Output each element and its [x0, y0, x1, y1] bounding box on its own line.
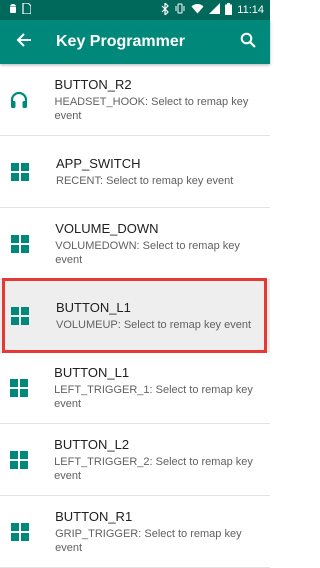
arrow-left-icon — [16, 32, 32, 53]
grid-icon — [10, 162, 30, 182]
grid-icon — [10, 306, 30, 326]
headset-icon — [10, 90, 29, 110]
list-item-selected[interactable]: BUTTON_L1 VOLUMEUP: Select to remap key … — [0, 278, 270, 353]
list-item[interactable]: BUTTON_R2 HEADSET_HOOK: Select to remap … — [0, 64, 270, 136]
search-button[interactable] — [236, 30, 260, 54]
item-text: VOLUME_DOWN VOLUMEDOWN: Select to remap … — [55, 221, 262, 267]
status-bar: 11:14 — [0, 0, 270, 20]
item-title: BUTTON_L2 — [54, 436, 130, 452]
android-icon — [8, 3, 18, 17]
item-title: BUTTON_L1 — [54, 364, 130, 380]
grid-icon — [10, 378, 29, 398]
item-text: BUTTON_L1 LEFT_TRIGGER_1: Select to rema… — [54, 365, 262, 411]
bluetooth-icon — [161, 1, 170, 18]
list-item[interactable]: VOLUME_DOWN VOLUMEDOWN: Select to remap … — [0, 208, 270, 280]
status-right: 11:14 — [161, 1, 264, 18]
page-title: Key Programmer — [56, 33, 185, 50]
item-text: BUTTON_L2 LEFT_TRIGGER_2: Select to rema… — [54, 437, 262, 483]
list-item[interactable]: BUTTON_L2 LEFT_TRIGGER_2: Select to rema… — [0, 424, 270, 496]
item-subtitle: VOLUMEUP: Select to remap key event — [56, 318, 252, 331]
list-item[interactable]: BUTTON_R1 GRIP_TRIGGER: Select to remap … — [0, 496, 270, 568]
item-title: BUTTON_R2 — [54, 76, 132, 92]
key-list: BUTTON_R2 HEADSET_HOOK: Select to remap … — [0, 64, 270, 568]
item-text: BUTTON_R1 GRIP_TRIGGER: Select to remap … — [55, 509, 262, 555]
item-text: BUTTON_L1 VOLUMEUP: Select to remap key … — [56, 300, 251, 332]
item-text: BUTTON_R2 HEADSET_HOOK: Select to remap … — [55, 77, 262, 123]
grid-icon — [10, 522, 29, 542]
item-subtitle: RECENT: Select to remap key event — [56, 174, 234, 187]
signal-icon — [209, 3, 221, 17]
wifi-icon — [191, 3, 204, 17]
app-bar: Key Programmer — [0, 20, 270, 64]
item-subtitle: GRIP_TRIGGER: Select to remap key event — [55, 527, 242, 554]
list-item[interactable]: BUTTON_L1 LEFT_TRIGGER_1: Select to rema… — [0, 352, 270, 424]
back-button[interactable] — [12, 30, 36, 54]
list-item[interactable]: APP_SWITCH RECENT: Select to remap key e… — [0, 136, 270, 208]
item-title: VOLUME_DOWN — [55, 220, 159, 236]
search-icon — [240, 32, 256, 53]
item-subtitle: HEADSET_HOOK: Select to remap key event — [54, 95, 249, 122]
grid-icon — [10, 450, 29, 470]
status-left — [8, 2, 32, 17]
vibrate-icon — [174, 3, 186, 17]
item-title: BUTTON_R1 — [55, 508, 133, 524]
item-text: APP_SWITCH RECENT: Select to remap key e… — [56, 156, 233, 188]
item-subtitle: VOLUMEDOWN: Select to remap key event — [55, 239, 240, 266]
item-title: BUTTON_L1 — [56, 299, 131, 315]
status-time: 11:14 — [237, 4, 264, 16]
sim-icon — [22, 2, 32, 17]
item-subtitle: LEFT_TRIGGER_1: Select to remap key even… — [54, 383, 253, 410]
grid-icon — [10, 234, 29, 254]
item-title: APP_SWITCH — [56, 155, 141, 171]
battery-icon — [225, 2, 233, 18]
item-subtitle: LEFT_TRIGGER_2: Select to remap key even… — [54, 455, 253, 482]
